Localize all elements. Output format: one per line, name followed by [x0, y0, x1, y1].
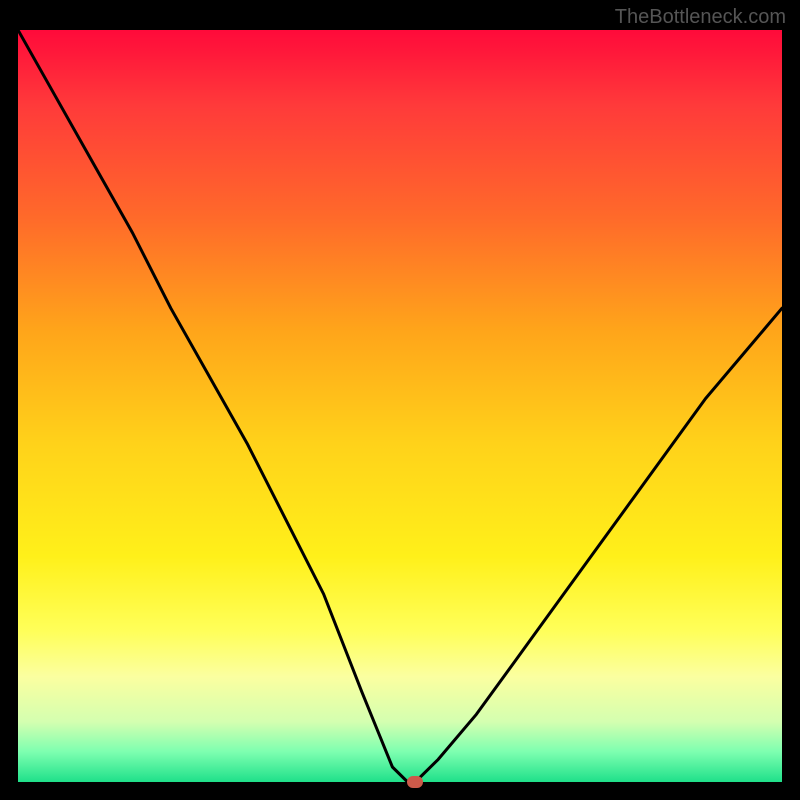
plot-area [18, 30, 782, 782]
watermark-text: TheBottleneck.com [615, 6, 786, 29]
chart-container: TheBottleneck.com [0, 0, 800, 800]
bottleneck-curve [18, 30, 782, 782]
min-marker [407, 776, 423, 788]
